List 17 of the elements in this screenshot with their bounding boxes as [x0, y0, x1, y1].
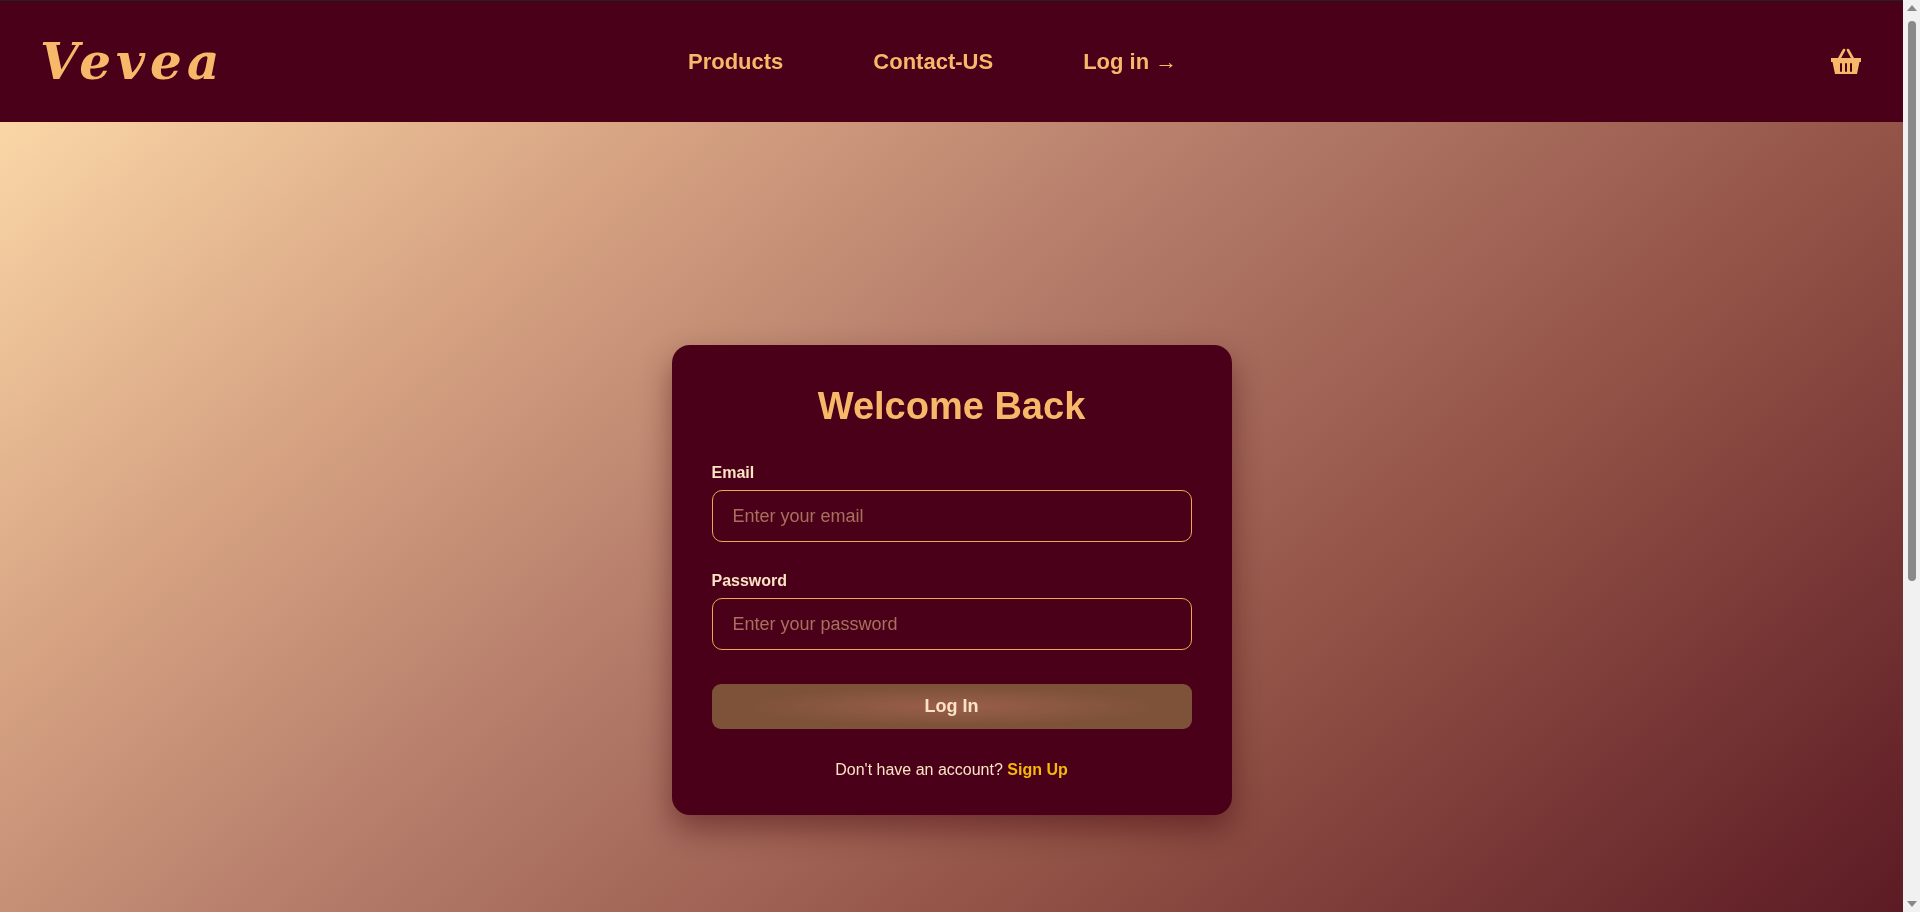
- nav-link[interactable]: Products: [688, 48, 784, 75]
- input-field[interactable]: Enter your email: [711, 490, 1192, 542]
- nav-link[interactable]: Log in →: [1083, 48, 1178, 75]
- card-title: Welcome Back: [817, 385, 1086, 428]
- scroll-down-icon[interactable]: [1906, 901, 1917, 907]
- basket-icon[interactable]: [1830, 47, 1862, 76]
- field-label: Email: [711, 464, 755, 482]
- input-field[interactable]: Enter your password: [711, 598, 1192, 650]
- login-button[interactable]: Log In: [711, 684, 1192, 729]
- nav-link[interactable]: Contact-US: [873, 48, 994, 75]
- scrollbar[interactable]: [1903, 0, 1920, 912]
- signup-prompt: Don't have an account?: [835, 761, 1003, 778]
- field-label: Password: [711, 572, 788, 590]
- signup-link[interactable]: Sign Up: [1007, 761, 1068, 778]
- scrollbar-thumb[interactable]: [1907, 21, 1916, 581]
- scroll-up-icon[interactable]: [1906, 5, 1917, 11]
- logo[interactable]: Vevea: [40, 32, 225, 91]
